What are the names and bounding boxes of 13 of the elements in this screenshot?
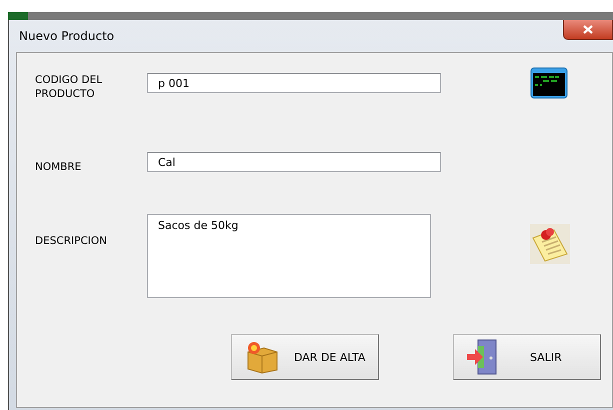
action-button[interactable]: DAR DE ALTA [231, 334, 379, 380]
pinned-note-icon [530, 224, 570, 264]
text-field[interactable]: p 001 [147, 73, 441, 93]
action-button[interactable]: SALIR [453, 334, 601, 380]
field-label: DESCRIPCION [34, 234, 108, 248]
field-label: CODIGO DEL PRODUCTO [34, 73, 104, 101]
text-field[interactable]: Cal [147, 152, 441, 172]
close-icon [583, 25, 593, 34]
field-label: NOMBRE [34, 160, 82, 174]
description-field[interactable]: Sacos de 50kg [147, 214, 431, 298]
window-title: Nuevo Producto [18, 29, 114, 43]
terminal-window-icon [530, 67, 568, 99]
close-button[interactable] [563, 20, 613, 40]
